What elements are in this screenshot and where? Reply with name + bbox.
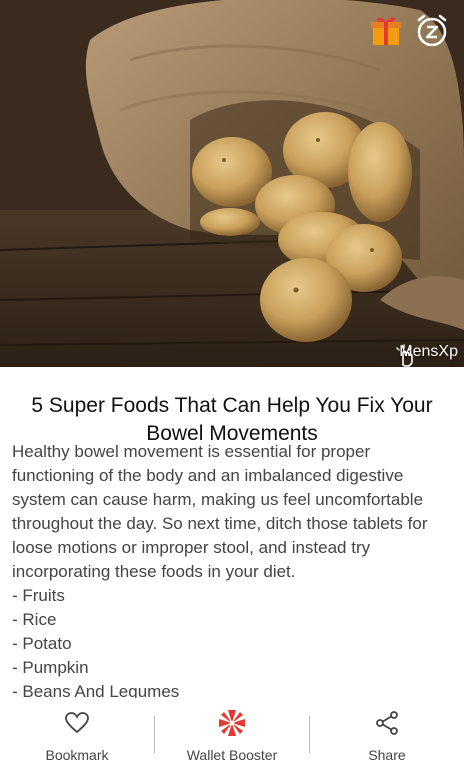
hero-image[interactable]: MensXp	[0, 0, 464, 367]
bottom-action-bar: Bookmark Wallet Booster Share	[0, 700, 464, 765]
article-body: Healthy bowel movement is essential for …	[12, 440, 452, 698]
wallet-booster-label: Wallet Booster	[186, 747, 278, 763]
article-intro: Healthy bowel movement is essential for …	[12, 442, 428, 581]
source-badge[interactable]: MensXp	[395, 343, 458, 367]
bookmark-button[interactable]: Bookmark	[0, 700, 154, 765]
list-item: - Beans And Legumes	[12, 682, 180, 698]
wallet-booster-button[interactable]: Wallet Booster	[155, 700, 309, 765]
list-item: - Rice	[12, 610, 57, 629]
list-item: - Potato	[12, 634, 72, 653]
snooze-icon[interactable]	[414, 12, 450, 48]
share-label: Share	[368, 747, 406, 763]
share-icon	[375, 709, 399, 737]
potatoes-in-sack-illustration	[0, 0, 464, 367]
heart-icon	[65, 709, 89, 737]
list-item: - Pumpkin	[12, 658, 89, 677]
gift-icon[interactable]	[368, 12, 404, 48]
pinwheel-icon	[218, 709, 246, 737]
share-button[interactable]: Share	[310, 700, 464, 765]
bookmark-label: Bookmark	[45, 747, 109, 763]
list-item: - Fruits	[12, 586, 65, 605]
